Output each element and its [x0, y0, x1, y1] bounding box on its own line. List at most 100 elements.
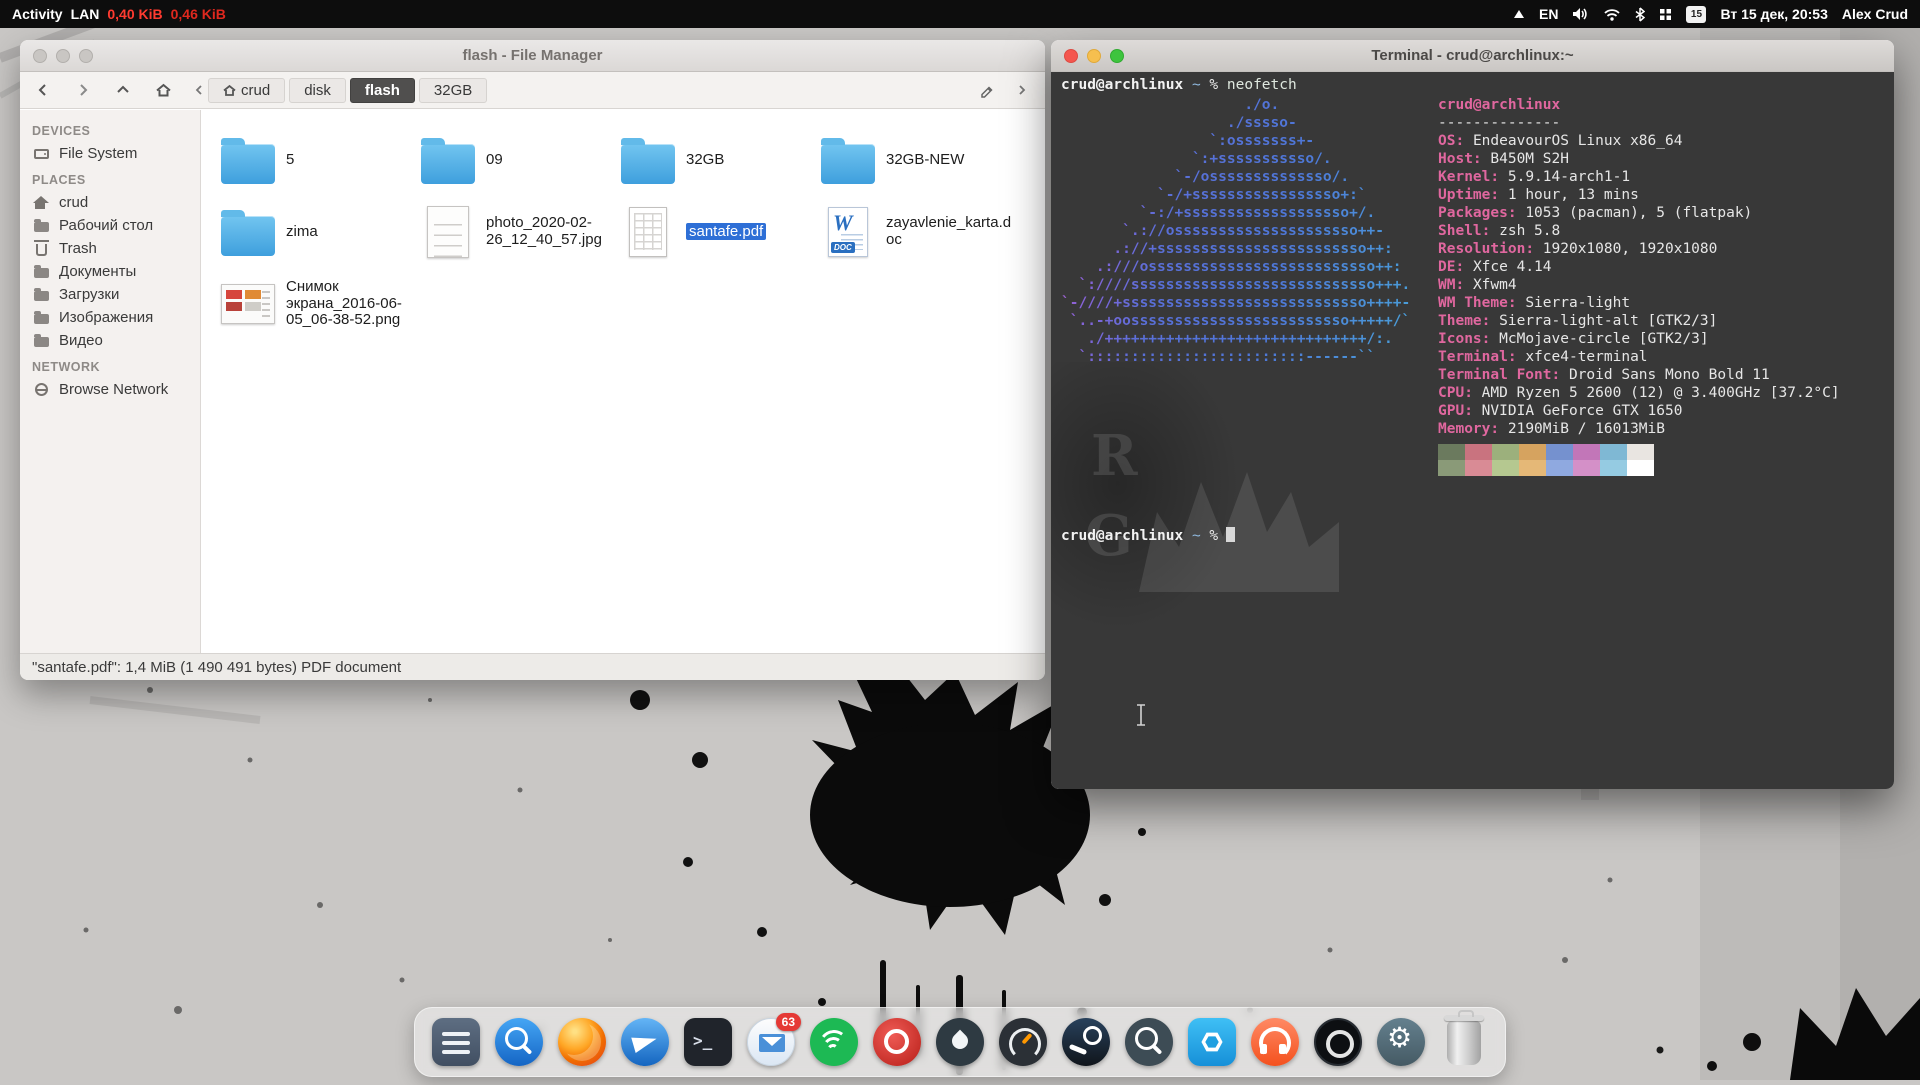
up-icon[interactable] [110, 77, 136, 103]
file-item-folder-zima[interactable]: zima [215, 196, 415, 268]
neofetch-ascii-logo: ./o. ./sssso- `:osssssss+- `:+ssssssssss… [1061, 96, 1410, 366]
dock-water-drop-icon[interactable] [933, 1015, 987, 1069]
dock-trash-icon[interactable] [1437, 1015, 1491, 1069]
dock-terminal-icon[interactable] [681, 1015, 735, 1069]
dock-disk-search-icon[interactable] [1122, 1015, 1176, 1069]
dock-headphones-icon[interactable] [1248, 1015, 1302, 1069]
breadcrumb-crud[interactable]: crud [208, 78, 285, 103]
dock-browser-globe-icon[interactable] [618, 1015, 672, 1069]
home-icon[interactable] [150, 77, 176, 103]
calendar-icon[interactable]: 15 [1686, 6, 1706, 23]
dock-gauge-icon[interactable] [996, 1015, 1050, 1069]
breadcrumb-flash-active[interactable]: flash [350, 78, 415, 103]
back-icon[interactable] [30, 77, 56, 103]
sidebar-section-network: NETWORK [20, 352, 200, 378]
dock-search-icon[interactable] [492, 1015, 546, 1069]
grid-icon[interactable] [1659, 5, 1672, 23]
dock-media-red-icon[interactable] [870, 1015, 924, 1069]
fm-window-title: flash - File Manager [20, 47, 1045, 64]
minimize-button[interactable] [56, 49, 70, 63]
maximize-button[interactable] [79, 49, 93, 63]
folder-icon [419, 137, 477, 184]
file-item-zayavlenie-doc[interactable]: W DOC zayavlenie_karta.doc [815, 196, 1015, 268]
activity-menu[interactable]: Activity [12, 6, 63, 22]
net-upload-rate: 0,46 KiB [171, 6, 226, 22]
file-item-santafe-pdf-selected[interactable]: santafe.pdf [615, 196, 815, 268]
network-icon [32, 383, 50, 396]
breadcrumb-disk[interactable]: disk [289, 78, 346, 103]
sidebar-item-videos[interactable]: Видео [20, 329, 200, 352]
clock[interactable]: Вт 15 дек, 20:53 [1720, 6, 1827, 22]
terminal-command-line: crud@archlinux ~ % neofetch [1061, 76, 1297, 94]
sidebar-item-file-system[interactable]: File System [20, 142, 200, 165]
scroll-right-icon[interactable] [1009, 77, 1035, 103]
file-item-folder-5[interactable]: 5 [215, 124, 415, 196]
doc-file-icon: W DOC [819, 207, 877, 257]
lan-label[interactable]: LAN [71, 6, 100, 22]
edit-path-icon[interactable] [973, 77, 999, 103]
sidebar-item-desktop[interactable]: Рабочий стол [20, 214, 200, 237]
sidebar-item-crud[interactable]: crud [20, 191, 200, 214]
dock-mail-icon[interactable]: 63 [744, 1015, 798, 1069]
neofetch-header: crud@archlinux [1438, 96, 1840, 114]
fm-statusbar: "santafe.pdf": 1,4 MiB (1 490 491 bytes)… [20, 653, 1045, 680]
sidebar-item-pictures[interactable]: Изображения [20, 306, 200, 329]
doc-badge: DOC [831, 242, 855, 253]
sidebar-item-trash[interactable]: Trash [20, 237, 200, 260]
home-icon [32, 197, 50, 209]
terminal-prompt[interactable]: crud@archlinux ~ % [1061, 527, 1235, 545]
dock-firefox-icon[interactable] [555, 1015, 609, 1069]
terminal-titlebar[interactable]: Terminal - crud@archlinux:~ [1051, 40, 1894, 72]
close-button[interactable] [1064, 49, 1078, 63]
fm-toolbar: crud disk flash 32GB [20, 72, 1045, 109]
image-thumbnail-icon [219, 284, 277, 324]
file-manager-window: flash - File Manager crud disk [20, 40, 1045, 680]
sidebar-item-browse-network[interactable]: Browse Network [20, 378, 200, 401]
keyboard-layout-icon[interactable] [1513, 5, 1525, 23]
folder-icon [32, 311, 50, 324]
dock-steam-icon[interactable] [1059, 1015, 1113, 1069]
file-item-screenshot-png[interactable]: Снимок экрана_2016-06-05_06-38-52.png [215, 268, 415, 340]
dock: 63 [414, 1007, 1506, 1077]
file-item-folder-32gb[interactable]: 32GB [615, 124, 815, 196]
user-menu[interactable]: Alex Crud [1842, 6, 1908, 22]
dock-spotify-icon[interactable] [807, 1015, 861, 1069]
breadcrumb-32gb[interactable]: 32GB [419, 78, 487, 103]
folder-icon [219, 209, 277, 256]
dock-settings-icon[interactable] [1374, 1015, 1428, 1069]
selected-file-label: santafe.pdf [686, 223, 766, 240]
terminal-content[interactable]: R G crud@archlinux ~ % neofetch ./o. ./s… [1051, 72, 1894, 789]
bluetooth-icon[interactable] [1635, 5, 1645, 23]
dock-camera-lens-icon[interactable] [1311, 1015, 1365, 1069]
folder-icon [32, 334, 50, 347]
sidebar-item-documents[interactable]: Документы [20, 260, 200, 283]
forward-icon[interactable] [70, 77, 96, 103]
folder-icon [32, 265, 50, 278]
neofetch-color-palette [1438, 444, 1654, 476]
fm-file-grid[interactable]: 5 09 32GB 32GB-NEW zima photo_2020-02-26… [201, 110, 1045, 653]
sidebar-item-downloads[interactable]: Загрузки [20, 283, 200, 306]
scroll-left-icon[interactable] [194, 84, 204, 96]
wifi-icon[interactable] [1603, 5, 1621, 23]
file-item-folder-09[interactable]: 09 [415, 124, 615, 196]
dock-hexagon-app-icon[interactable] [1185, 1015, 1239, 1069]
mouse-ibeam-cursor [1135, 704, 1147, 726]
menu-bar: Activity LAN 0,40 KiB 0,46 KiB EN 15 Вт … [0, 0, 1920, 28]
net-download-rate: 0,40 KiB [107, 6, 162, 22]
folder-icon [32, 219, 50, 232]
neofetch-info: crud@archlinux -------------- OSEndeavou… [1438, 96, 1840, 438]
dock-file-manager-icon[interactable] [429, 1015, 483, 1069]
file-item-photo-jpg[interactable]: photo_2020-02-26_12_40_57.jpg [415, 196, 615, 268]
neofetch-separator: -------------- [1438, 114, 1840, 132]
terminal-window-title: Terminal - crud@archlinux:~ [1051, 47, 1894, 64]
minimize-button[interactable] [1087, 49, 1101, 63]
volume-icon[interactable] [1572, 5, 1589, 23]
drive-icon [32, 149, 50, 159]
maximize-button[interactable] [1110, 49, 1124, 63]
fm-titlebar[interactable]: flash - File Manager [20, 40, 1045, 72]
breadcrumb: crud disk flash 32GB [194, 78, 959, 103]
file-item-folder-32gb-new[interactable]: 32GB-NEW [815, 124, 1015, 196]
fm-sidebar: DEVICES File System PLACES crud Рабочий … [20, 110, 201, 653]
language-indicator[interactable]: EN [1539, 6, 1558, 22]
close-button[interactable] [33, 49, 47, 63]
